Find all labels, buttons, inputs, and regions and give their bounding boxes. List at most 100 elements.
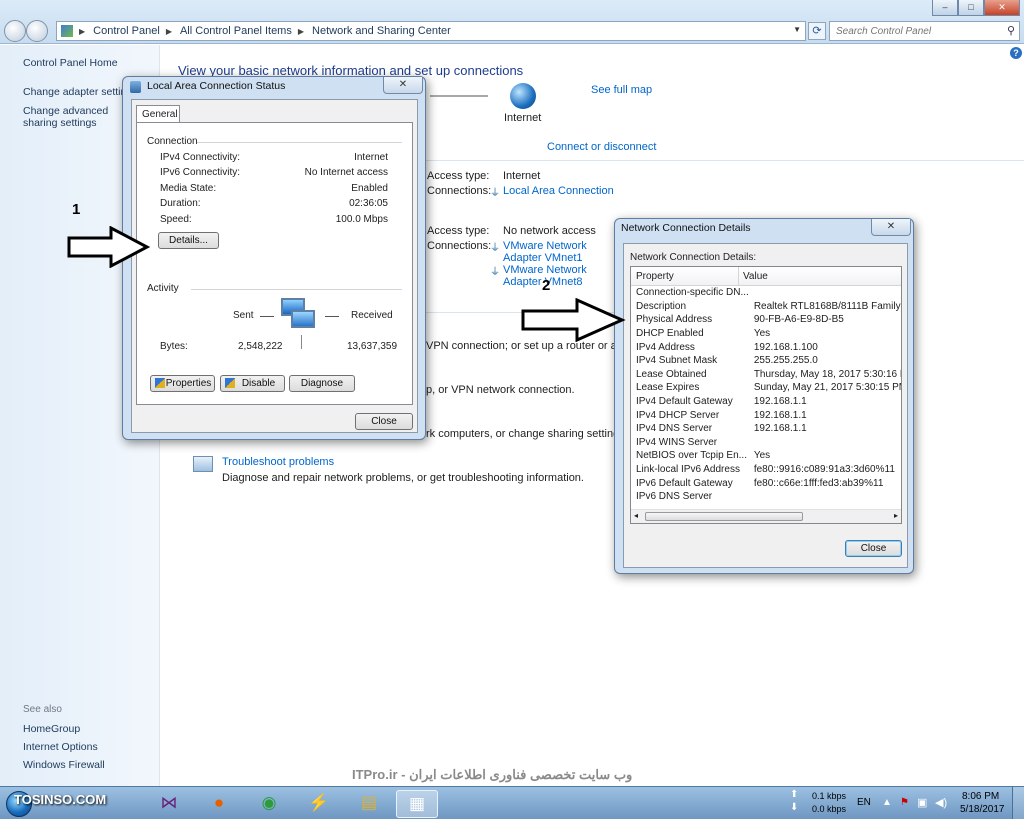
property-cell: IPv4 WINS Server	[636, 436, 718, 448]
table-row[interactable]: Connection-specific DN...	[631, 286, 901, 300]
breadcrumb-network-center[interactable]: Network and Sharing Center	[312, 25, 451, 37]
table-row[interactable]: Physical Address 90-FB-A6-E9-8D-B5	[631, 313, 901, 327]
property-cell: IPv4 Address	[636, 341, 695, 353]
close-window-button[interactable]: ✕	[984, 0, 1020, 16]
search-icon[interactable]: ⚲	[1007, 24, 1015, 37]
properties-button[interactable]: Properties	[150, 375, 215, 392]
value-cell: 192.168.1.1	[753, 423, 807, 435]
clock-date[interactable]: 5/18/2017	[960, 804, 1005, 815]
table-row[interactable]: IPv4 DHCP Server 192.168.1.1	[631, 408, 901, 422]
breadcrumb-control-panel[interactable]: Control Panel	[93, 25, 160, 37]
diagnose-button[interactable]: Diagnose	[289, 375, 355, 392]
volume-icon[interactable]: ◀)	[935, 796, 947, 809]
table-row[interactable]: Link-local IPv6 Address fe80::9916:c089:9…	[631, 463, 901, 477]
table-row[interactable]: Lease Obtained Thursday, May 18, 2017 5:3…	[631, 368, 901, 382]
address-bar[interactable]: ▶ Control Panel ▶ All Control Panel Item…	[56, 21, 806, 41]
scroll-left-icon[interactable]: ◂	[634, 511, 638, 520]
media-state-value: Enabled	[351, 183, 388, 194]
refresh-icon[interactable]: ⟳	[808, 22, 826, 40]
network-tray-icon[interactable]: ▣	[917, 796, 927, 809]
winamp-icon[interactable]: ⚡	[298, 790, 340, 818]
horizontal-scrollbar[interactable]: ◂ ▸	[631, 509, 901, 523]
tray-chevron-icon[interactable]: ▲	[882, 797, 892, 808]
value-cell: Yes	[753, 450, 771, 462]
value-cell: 192.168.1.1	[753, 409, 807, 421]
action-center-icon[interactable]: ⚑	[900, 797, 909, 808]
status-dialog: Local Area Connection Status ✕ General C…	[122, 76, 426, 440]
explorer-icon[interactable]: ▤	[348, 790, 390, 818]
language-indicator[interactable]: EN	[857, 797, 871, 808]
search-input[interactable]	[830, 22, 995, 40]
details-header: Property Value	[631, 267, 901, 286]
maximize-button[interactable]: □	[958, 0, 984, 16]
table-row[interactable]: Lease Expires Sunday, May 21, 2017 5:30:1…	[631, 381, 901, 395]
sidebar-item-internet-options[interactable]: Internet Options	[23, 741, 98, 753]
bytes-label: Bytes:	[160, 341, 188, 352]
column-header-value[interactable]: Value	[739, 267, 768, 285]
close-button[interactable]: Close	[355, 413, 413, 430]
see-full-map-link[interactable]: See full map	[591, 84, 652, 96]
activity-group-label: Activity	[147, 283, 179, 294]
property-cell: Connection-specific DN...	[636, 287, 749, 299]
column-header-property[interactable]: Property	[631, 267, 739, 285]
table-row[interactable]: IPv4 Default Gateway 192.168.1.1	[631, 395, 901, 409]
scroll-right-icon[interactable]: ▸	[894, 511, 898, 520]
connections-label-2: Connections:	[427, 240, 492, 252]
details-list[interactable]: Property Value Connection-specific DN...…	[630, 266, 902, 524]
table-row[interactable]: DHCP Enabled Yes	[631, 327, 901, 341]
vmnet8-link[interactable]: VMware Network Adapter VMnet8	[503, 264, 611, 288]
table-row[interactable]: Description Realtek RTL8168B/8111B Family…	[631, 300, 901, 314]
tab-general[interactable]: General	[136, 105, 180, 123]
sidebar-item-adapter-settings[interactable]: Change adapter settings	[23, 86, 123, 98]
access-type-label-2: Access type:	[427, 225, 490, 237]
table-row[interactable]: IPv4 DNS Server 192.168.1.1	[631, 422, 901, 436]
close-icon[interactable]: ✕	[871, 219, 911, 236]
property-cell: Link-local IPv6 Address	[636, 464, 740, 476]
local-area-connection-link[interactable]: Local Area Connection	[503, 185, 614, 197]
connect-or-disconnect-link[interactable]: Connect or disconnect	[547, 141, 656, 153]
sidebar-item-advanced-sharing[interactable]: Change advanced sharing settings	[23, 105, 123, 129]
value-cell	[749, 286, 901, 300]
chrome-icon[interactable]: ◉	[248, 790, 290, 818]
connections-label: Connections:	[427, 185, 492, 197]
table-row[interactable]: IPv6 DNS Server	[631, 490, 901, 504]
property-cell: Lease Obtained	[636, 368, 707, 380]
status-dialog-body: General Connection IPv4 Connectivity: In…	[131, 99, 418, 433]
arrow-1-icon	[67, 226, 151, 268]
clock-time[interactable]: 8:06 PM	[962, 791, 999, 802]
bytes-received-value: 13,637,359	[347, 341, 398, 352]
download-arrow-icon: ⬇	[790, 802, 799, 813]
table-row[interactable]: IPv4 WINS Server	[631, 436, 901, 450]
chevron-down-icon[interactable]: ▼	[793, 25, 801, 34]
table-row[interactable]: IPv4 Address 192.168.1.100	[631, 340, 901, 354]
close-icon[interactable]: ✕	[383, 77, 423, 94]
control-panel-icon[interactable]: ▦	[396, 790, 438, 818]
close-button[interactable]: Close	[845, 540, 902, 557]
table-row[interactable]: NetBIOS over Tcpip En... Yes	[631, 449, 901, 463]
breadcrumb-all-items[interactable]: All Control Panel Items	[180, 25, 292, 37]
vmnet1-link[interactable]: VMware Network Adapter VMnet1	[503, 240, 611, 264]
forward-arrow-icon[interactable]	[26, 20, 48, 42]
duration-label: Duration:	[160, 198, 201, 209]
search-box[interactable]: ⚲	[829, 21, 1020, 41]
sidebar-item-windows-firewall[interactable]: Windows Firewall	[23, 759, 105, 771]
value-cell: 255.255.255.0	[753, 355, 818, 367]
help-icon[interactable]: ?	[1010, 47, 1022, 59]
value-cell: Realtek RTL8168B/8111B Family PCI-E G	[753, 300, 901, 312]
show-desktop-button[interactable]	[1012, 787, 1024, 819]
back-arrow-icon[interactable]	[4, 20, 26, 42]
sidebar-item-home[interactable]: Control Panel Home	[23, 57, 118, 69]
speed-label: Speed:	[160, 214, 192, 225]
table-row[interactable]: IPv6 Default Gateway fe80::c66e:1fff:fed3…	[631, 476, 901, 490]
upload-arrow-icon: ⬆	[790, 789, 799, 800]
disable-button[interactable]: Disable	[220, 375, 285, 392]
scrollbar-thumb[interactable]	[645, 512, 803, 521]
visual-studio-icon[interactable]: ⋈	[148, 790, 190, 818]
firefox-icon[interactable]: ●	[198, 790, 240, 818]
sidebar-item-homegroup[interactable]: HomeGroup	[23, 723, 80, 735]
table-row[interactable]: IPv4 Subnet Mask 255.255.255.0	[631, 354, 901, 368]
tosinso-logo: TOSINSO.COM	[14, 792, 107, 807]
details-button[interactable]: Details...	[158, 232, 219, 249]
troubleshoot-problems-link[interactable]: Troubleshoot problems	[222, 456, 334, 468]
minimize-button[interactable]: –	[932, 0, 958, 16]
